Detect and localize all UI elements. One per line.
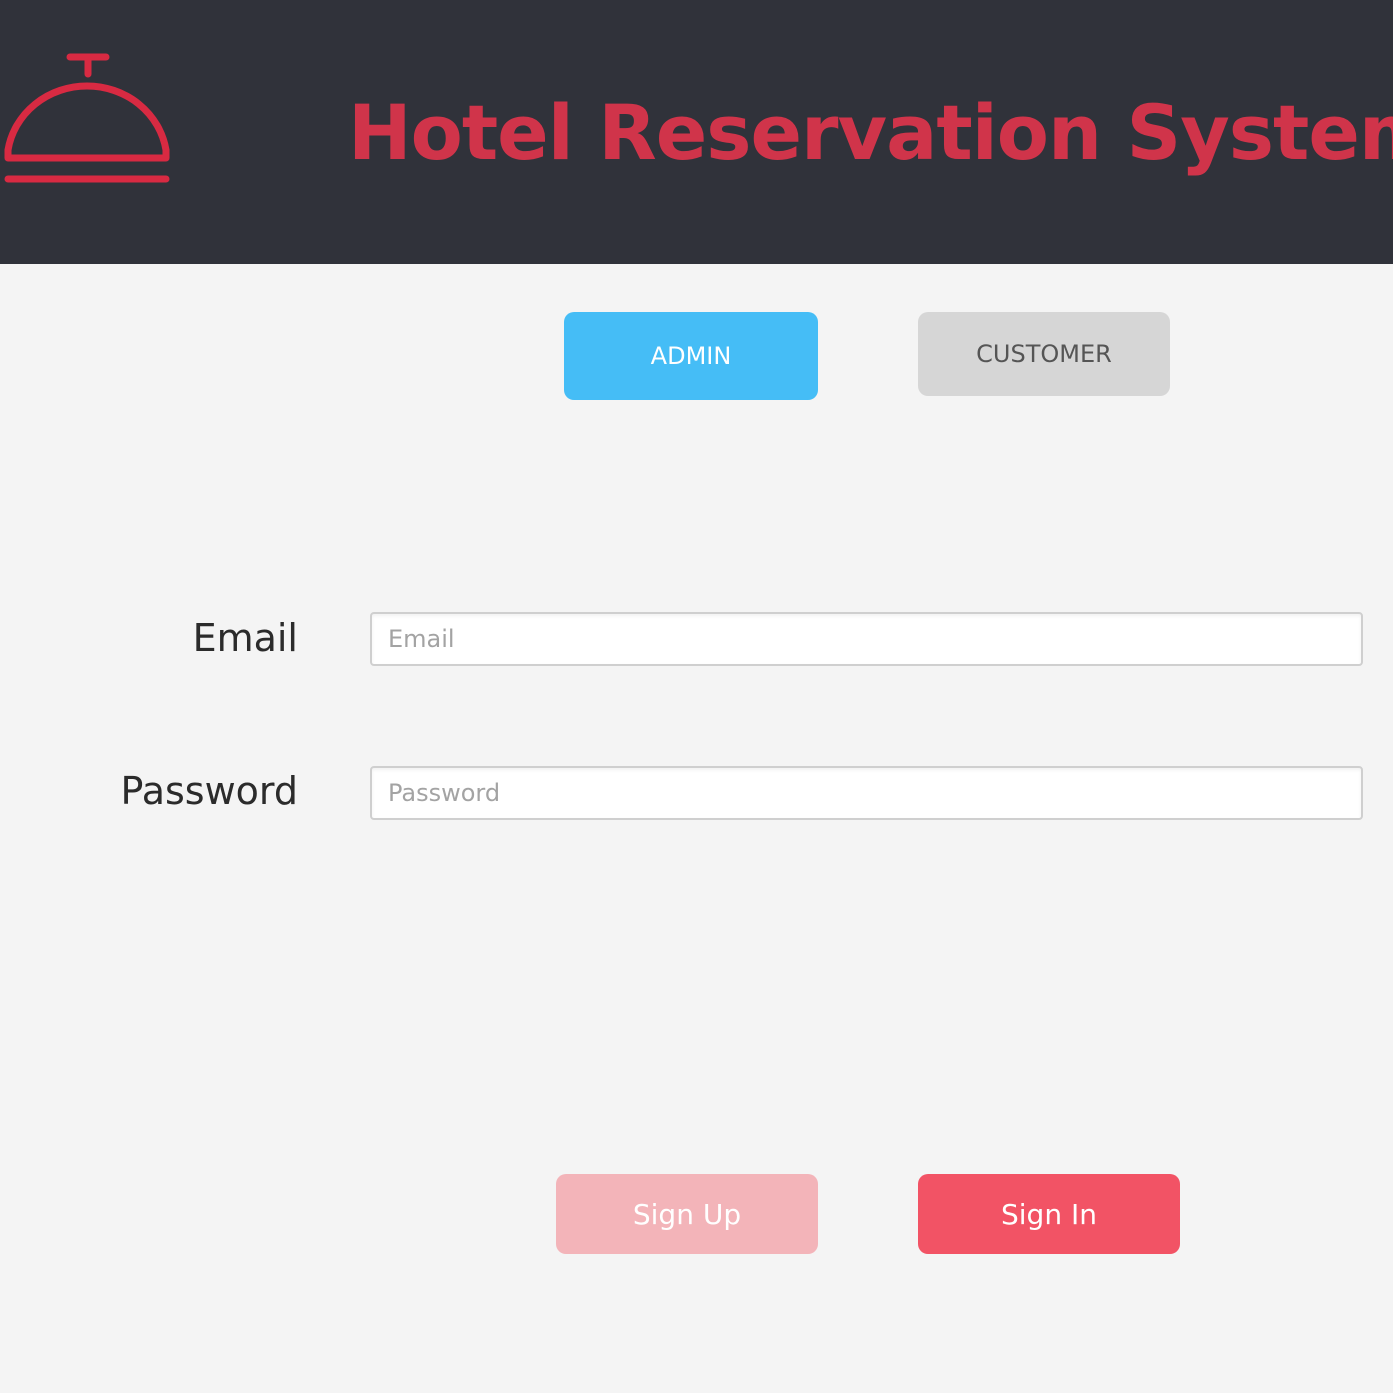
password-label: Password bbox=[120, 769, 299, 813]
app-header: Hotel Reservation System bbox=[0, 0, 1393, 264]
password-input[interactable] bbox=[370, 766, 1363, 820]
service-bell-icon bbox=[4, 53, 170, 183]
app-title: Hotel Reservation System bbox=[348, 88, 1393, 177]
customer-tab-button[interactable]: CUSTOMER bbox=[918, 312, 1170, 396]
admin-tab-button[interactable]: ADMIN bbox=[564, 312, 818, 400]
sign-up-button[interactable]: Sign Up bbox=[556, 1174, 818, 1254]
email-input[interactable] bbox=[370, 612, 1363, 666]
sign-in-button[interactable]: Sign In bbox=[918, 1174, 1180, 1254]
email-label: Email bbox=[192, 616, 298, 660]
